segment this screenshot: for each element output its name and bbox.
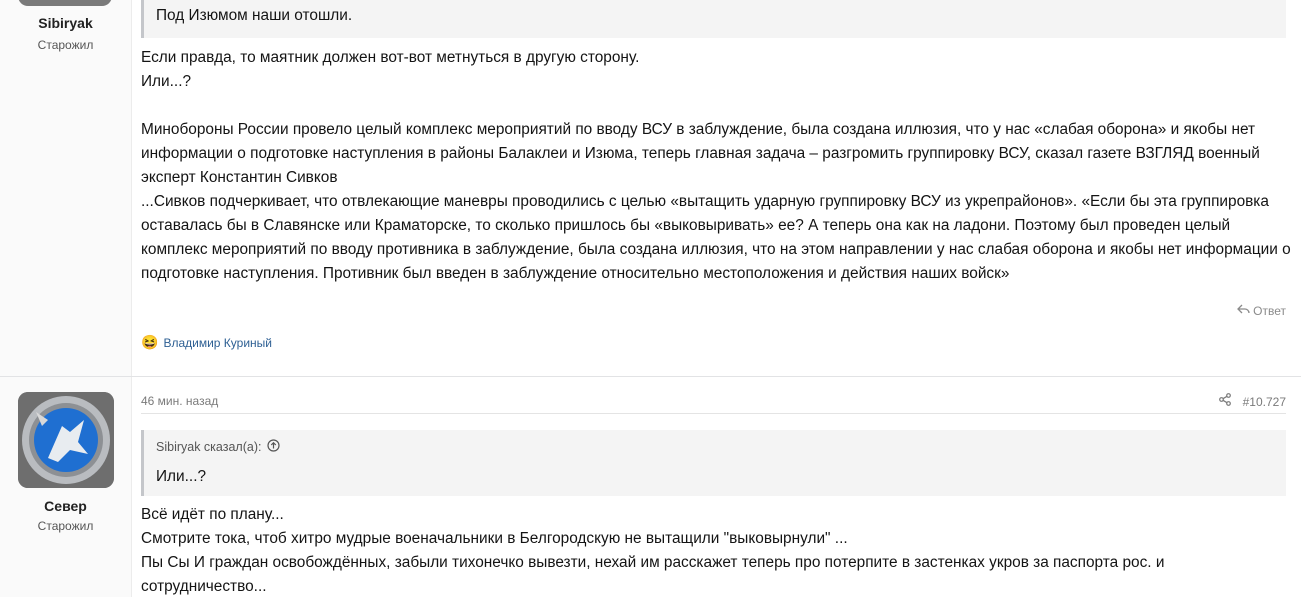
post-actions: #10.727 xyxy=(1218,393,1286,411)
post-body: Если правда, то маятник должен вот-вот м… xyxy=(141,46,1291,286)
quote-attribution[interactable]: Sibiryak сказал(а): xyxy=(156,440,261,454)
avatar[interactable] xyxy=(18,0,112,6)
quote-block: Под Изюмом наши отошли. xyxy=(141,0,1286,38)
post-timestamp[interactable]: 46 мин. назад xyxy=(141,394,218,408)
reply-label: Ответ xyxy=(1253,303,1286,318)
post-divider xyxy=(141,413,1286,414)
user-cell: Север Старожил xyxy=(0,377,132,597)
post-number[interactable]: #10.727 xyxy=(1243,395,1286,409)
user-cell: Sibiryak Старожил xyxy=(0,0,132,376)
share-icon[interactable] xyxy=(1218,393,1231,411)
quote-jump-icon[interactable] xyxy=(267,439,281,455)
post-body: Всё идёт по плану... Смотрите тока, чтоб… xyxy=(141,503,1291,599)
laugh-reaction-icon: 😆 xyxy=(141,334,159,350)
reaction-user[interactable]: Владимир Куриный xyxy=(163,336,272,350)
avatar[interactable] xyxy=(18,392,114,488)
quote-text: Или...? xyxy=(156,468,207,485)
quote-header: Sibiryak сказал(а): xyxy=(156,439,281,455)
post-paragraph: Если правда, то маятник должен вот-вот м… xyxy=(141,49,640,90)
username[interactable]: Sibiryak xyxy=(0,15,131,31)
reaction-bar[interactable]: 😆 Владимир Куриный xyxy=(141,334,272,351)
post-sibiryak: Sibiryak Старожил Под Изюмом наши отошли… xyxy=(0,0,1301,377)
user-title: Старожил xyxy=(37,38,94,52)
post-paragraph: Всё идёт по плану... Смотрите тока, чтоб… xyxy=(141,506,1165,595)
reply-icon xyxy=(1237,303,1250,318)
quote-block: Sibiryak сказал(а): Или...? xyxy=(141,430,1286,496)
quote-text: Под Изюмом наши отошли. xyxy=(156,7,353,24)
user-title: Старожил xyxy=(37,519,94,533)
reply-button[interactable]: Ответ xyxy=(1237,303,1286,318)
username[interactable]: Север xyxy=(0,498,131,514)
post-sever: Север Старожил 46 мин. назад #10.727 Sib… xyxy=(0,377,1301,597)
post-paragraph: Минобороны России провело целый комплекс… xyxy=(141,121,1291,282)
